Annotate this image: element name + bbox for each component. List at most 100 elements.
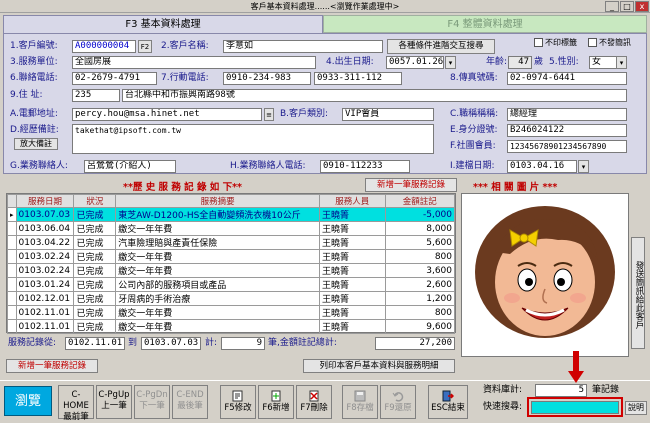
fax-label: 8.傳真號碼:: [450, 73, 498, 83]
table-row[interactable]: 0102.11.01 已完成 繳交一年年費 王曉箐 9,600: [7, 319, 456, 334]
exit-button[interactable]: ESC結束: [428, 385, 468, 419]
zip-field[interactable]: 235: [72, 89, 120, 102]
tab-basic[interactable]: F3 基本資料處理: [3, 15, 323, 33]
edit-icon: [232, 390, 243, 402]
table-row[interactable]: 0102.12.01 已完成 牙周病的手術治療 王曉箐 1,200: [7, 291, 456, 306]
col-date-header: 服務日期: [15, 194, 75, 208]
window-titlebar: 客戶基本資料處理......<瀏覽作業處理中>: [0, 0, 650, 13]
gender-dropdown-icon[interactable]: ▾: [616, 56, 627, 69]
history-grid[interactable]: 服務日期 狀況 服務摘要 服務人員 金額註記 ▸ 0103.07.03 已完成 …: [6, 193, 456, 334]
send-sms-button[interactable]: 發送簡訊給此客戶: [631, 237, 645, 349]
add-service-record-button-2[interactable]: 新增一筆服務記錄: [6, 359, 98, 373]
quick-search-input[interactable]: [531, 401, 619, 414]
customer-photo: [461, 193, 629, 357]
down-arrow-icon: [568, 351, 584, 383]
help-button[interactable]: 說明: [625, 401, 647, 415]
grid-header-row: 服務日期 狀況 服務摘要 服務人員 金額註記: [7, 194, 456, 208]
birth-label: 4.出生日期:: [326, 57, 374, 67]
gender-select[interactable]: 女: [589, 56, 617, 69]
save-icon: [354, 390, 366, 402]
job-title-label: C.職稱稱稱:: [450, 109, 499, 119]
no-print-label: 不印標籤: [545, 38, 577, 47]
table-row[interactable]: 0103.02.24 已完成 繳交一年年費 王曉箐 800: [7, 249, 456, 264]
job-title-field[interactable]: 總經理: [507, 108, 627, 121]
id-field[interactable]: B246024122: [507, 124, 627, 137]
gender-label: 5.性別:: [549, 57, 579, 67]
cust-no-label: 1.客戶編號:: [10, 41, 58, 51]
table-row[interactable]: ▸ 0103.07.03 已完成 東芝AW-D1200-HS全自動變頻洗衣機10…: [7, 207, 456, 222]
exit-icon: [442, 390, 454, 402]
address-field[interactable]: 台北縣中和市振興南路98號: [122, 89, 627, 102]
email-label: A.電郵地址:: [10, 109, 58, 119]
table-row[interactable]: 0103.04.22 已完成 汽車險理賠與產責任保險 王曉箐 5,600: [7, 235, 456, 250]
unit-label: 3.服務單位:: [10, 57, 58, 67]
unit-field[interactable]: 全國房展: [72, 56, 316, 69]
fax-field[interactable]: 02-0974-6441: [507, 72, 627, 85]
restore-button[interactable]: F9還原: [380, 385, 416, 419]
prev-record-button[interactable]: C-PgUp 上一筆: [96, 385, 132, 419]
created-calendar-icon[interactable]: ▾: [578, 160, 589, 173]
bottom-toolbar: 瀏覽 C-HOME 最前筆 C-PgUp 上一筆 C-PgDn 下一筆 C-END 最後…: [0, 351, 650, 422]
history-section: **歷 史 服 務 記 錄 如 下** 新增一筆服務記錄 *** 相 關 圖 片…: [3, 175, 647, 379]
minimize-button[interactable]: _: [605, 1, 619, 12]
total-records-field: 5: [535, 384, 587, 397]
print-details-button[interactable]: 列印本客戶基本資料與服務明細: [303, 359, 455, 373]
close-button[interactable]: x: [635, 1, 649, 12]
total-records-unit: 筆記錄: [592, 385, 620, 395]
table-row[interactable]: 0103.06.04 已完成 繳交一年年費 王曉箐 8,000: [7, 221, 456, 236]
mobile2-field[interactable]: 0933-311-112: [314, 72, 402, 85]
table-row[interactable]: 0103.01.24 已完成 公司內部的服務項目或產品 王曉箐 2,600: [7, 277, 456, 292]
range-to-field: 0103.07.03: [141, 337, 201, 350]
zoom-notes-button[interactable]: 放大備註: [14, 138, 58, 150]
first-record-button[interactable]: C-HOME 最前筆: [58, 385, 94, 422]
edit-button[interactable]: F5修改: [220, 385, 256, 419]
social-label: F.社團會員:: [450, 141, 496, 151]
calendar-button[interactable]: ▾: [445, 56, 456, 69]
range-label: 服務記錄從:: [8, 338, 57, 348]
col-status-header: 狀況: [73, 194, 117, 208]
new-doc-icon: [271, 390, 281, 402]
addr-label: 9.住 址:: [10, 90, 43, 100]
delete-button[interactable]: F7刪除: [296, 385, 332, 419]
maximize-button[interactable]: □: [620, 1, 634, 12]
row-pointer-icon: ▸: [7, 207, 17, 222]
count-label: 計:: [205, 338, 218, 348]
social-field[interactable]: 12345678901234567890: [507, 140, 627, 153]
range-from-field: 0102.11.01: [65, 337, 125, 350]
created-label: I.建檔日期:: [450, 161, 495, 171]
total-records-label: 資料庫計:: [483, 385, 523, 395]
category-label: B.客戶類別:: [280, 109, 329, 119]
save-button[interactable]: F8存檔: [342, 385, 378, 419]
no-print-checkbox[interactable]: [534, 38, 543, 47]
cartoon-face-icon: [475, 206, 615, 338]
phone-field[interactable]: 02-2679-4791: [72, 72, 157, 85]
count-field: 9: [221, 337, 265, 350]
age-label: 年齡:: [486, 57, 508, 67]
no-sms-checkbox[interactable]: [588, 38, 597, 47]
notes-label: D.經歷備註:: [10, 125, 59, 135]
contact-field[interactable]: 呂鶯鶯(介紹人): [84, 160, 176, 173]
birth-field[interactable]: 0057.01.26: [386, 56, 444, 69]
table-row[interactable]: 0103.02.24 已完成 繳交一年年費 王曉箐 3,600: [7, 263, 456, 278]
mobile-field[interactable]: 0910-234-983: [223, 72, 311, 85]
email-field[interactable]: percy.hou@msa.hinet.net: [72, 108, 262, 121]
contact-label: G.業務聯絡人:: [10, 161, 68, 171]
cust-no-field[interactable]: A000000004: [72, 40, 136, 53]
table-row[interactable]: 0102.11.01 已完成 繳交一年年費 王曉箐 800: [7, 305, 456, 320]
browse-mode-indicator: 瀏覽: [4, 386, 52, 416]
category-field[interactable]: VIP會員: [342, 108, 434, 121]
last-record-button[interactable]: C-END 最後筆: [172, 385, 208, 419]
quick-search-label: 快速搜尋:: [483, 402, 523, 412]
range-to-label: 到: [128, 338, 138, 348]
add-service-record-button[interactable]: 新增一筆服務記錄: [365, 178, 457, 192]
contact-phone-field[interactable]: 0910-112233: [320, 160, 410, 173]
new-button[interactable]: F6新增: [258, 385, 294, 419]
cust-name-field[interactable]: 李意如: [223, 40, 383, 53]
tab-overall[interactable]: F4 整體資料處理: [323, 15, 647, 33]
next-record-button[interactable]: C-PgDn 下一筆: [134, 385, 170, 419]
advanced-search-button[interactable]: 各種條件進階交互搜尋: [387, 39, 495, 54]
email-menu-icon[interactable]: ≡: [264, 108, 274, 121]
f2-lookup-button[interactable]: F2: [138, 40, 152, 53]
created-field[interactable]: 0103.04.16: [507, 160, 577, 173]
notes-field[interactable]: takethat@ipsoft.com.tw: [72, 124, 434, 154]
